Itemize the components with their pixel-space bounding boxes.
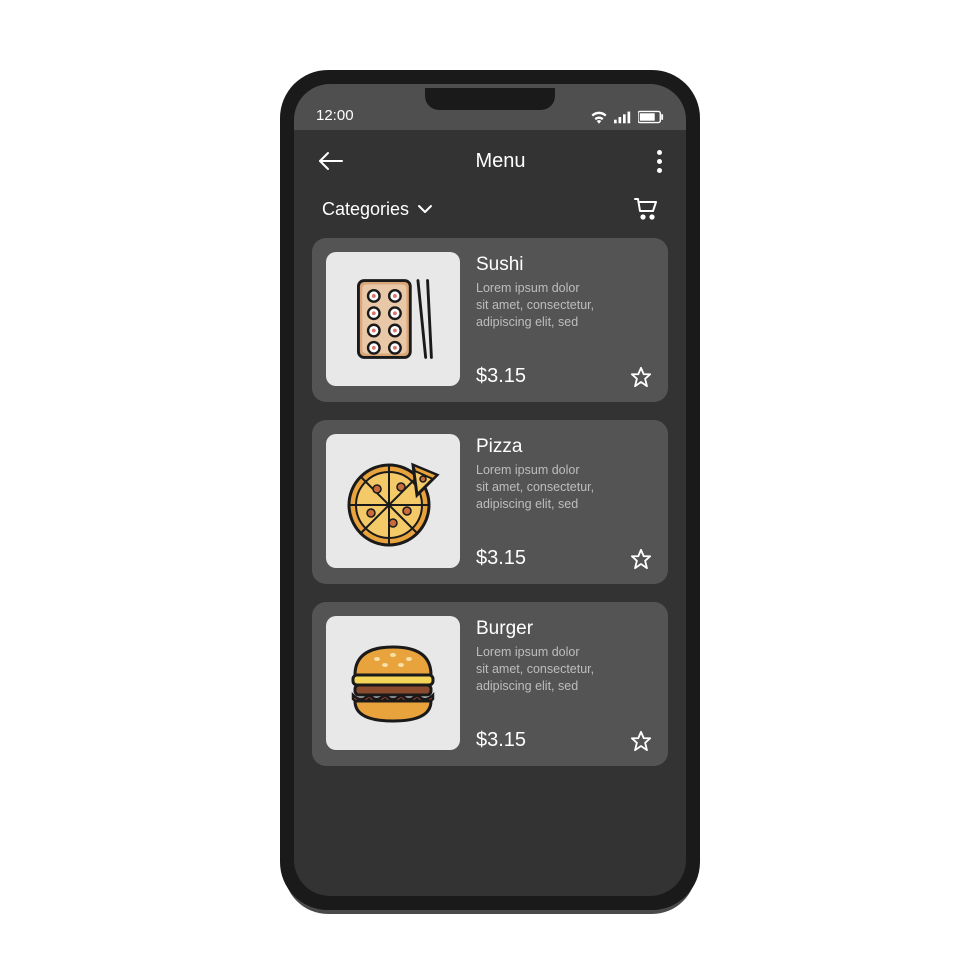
menu-item-sushi[interactable]: Sushi Lorem ipsum dolor sit amet, consec… (312, 238, 668, 402)
item-price: $3.15 (476, 547, 654, 570)
favorite-button[interactable] (630, 366, 652, 388)
item-info: Sushi Lorem ipsum dolor sit amet, consec… (476, 252, 654, 388)
chevron-down-icon (417, 204, 433, 214)
item-description: Lorem ipsum dolor sit amet, consectetur,… (476, 462, 654, 513)
item-title: Pizza (476, 436, 654, 458)
app-bar: Menu (294, 130, 686, 192)
pizza-icon (326, 434, 460, 568)
burger-icon (326, 616, 460, 750)
favorite-button[interactable] (630, 730, 652, 752)
wifi-icon (590, 110, 608, 124)
item-price: $3.15 (476, 365, 654, 388)
back-button[interactable] (318, 151, 344, 171)
item-price: $3.15 (476, 729, 654, 752)
phone-frame: 12:00 Menu Categ (280, 70, 700, 910)
signal-icon (614, 110, 632, 124)
menu-item-pizza[interactable]: Pizza Lorem ipsum dolor sit amet, consec… (312, 420, 668, 584)
battery-icon (638, 110, 664, 124)
item-title: Burger (476, 618, 654, 640)
status-bar: 12:00 (294, 84, 686, 130)
item-title: Sushi (476, 254, 654, 276)
page-title: Menu (475, 150, 525, 173)
item-description: Lorem ipsum dolor sit amet, consectetur,… (476, 644, 654, 695)
favorite-button[interactable] (630, 548, 652, 570)
item-description: Lorem ipsum dolor sit amet, consectetur,… (476, 280, 654, 331)
sushi-icon (326, 252, 460, 386)
filter-row: Categories (294, 192, 686, 238)
categories-dropdown[interactable]: Categories (322, 199, 433, 220)
menu-item-burger[interactable]: Burger Lorem ipsum dolor sit amet, conse… (312, 602, 668, 766)
cart-button[interactable] (634, 198, 658, 220)
more-button[interactable] (657, 150, 662, 173)
item-info: Burger Lorem ipsum dolor sit amet, conse… (476, 616, 654, 752)
item-info: Pizza Lorem ipsum dolor sit amet, consec… (476, 434, 654, 570)
status-icons (590, 110, 664, 124)
categories-label: Categories (322, 199, 409, 220)
menu-list: Sushi Lorem ipsum dolor sit amet, consec… (294, 238, 686, 896)
status-time: 12:00 (316, 107, 354, 124)
screen: 12:00 Menu Categ (294, 84, 686, 896)
